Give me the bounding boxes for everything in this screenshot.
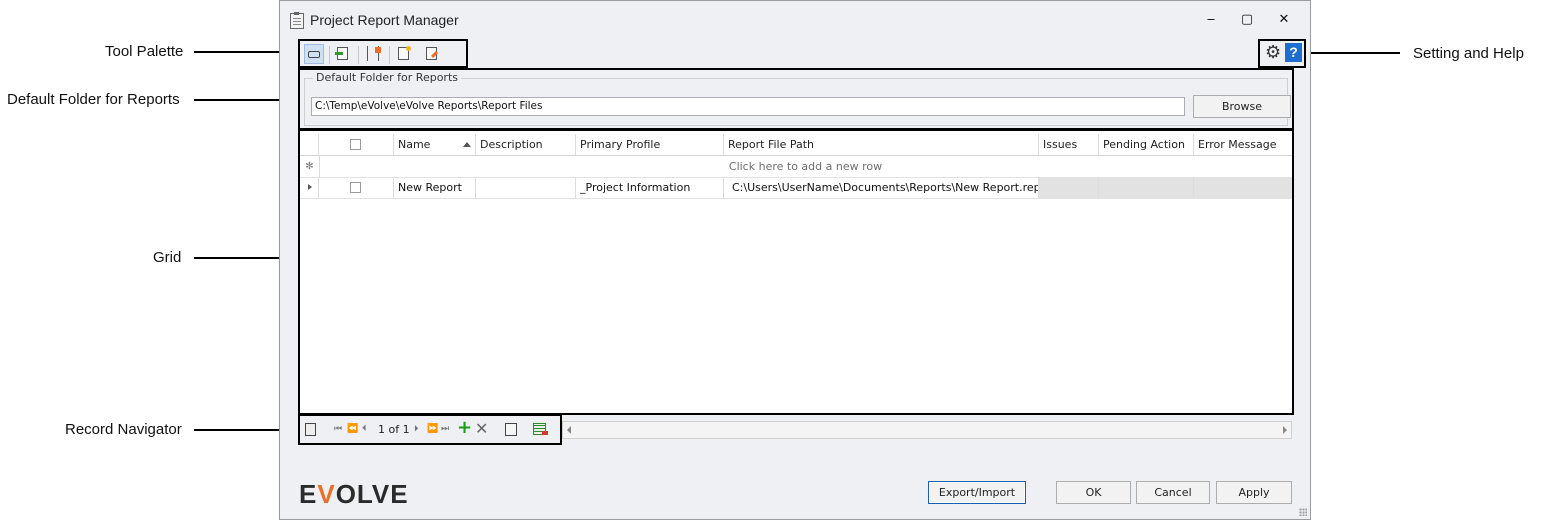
print-button[interactable] bbox=[304, 44, 324, 64]
help-icon[interactable]: ? bbox=[1285, 43, 1302, 62]
default-folder-legend: Default Folder for Reports bbox=[313, 71, 461, 84]
new-report-button[interactable] bbox=[394, 44, 414, 64]
select-all-checkbox[interactable] bbox=[350, 139, 361, 150]
next-record-button[interactable]: ⏵ bbox=[414, 422, 419, 436]
record-count: 1 of 1 bbox=[378, 423, 410, 436]
row-select-cell[interactable] bbox=[319, 177, 394, 198]
header-indicator bbox=[300, 134, 319, 155]
default-folder-section: Default Folder for Reports C:\Temp\eVolv… bbox=[298, 68, 1294, 130]
badge-icon bbox=[375, 47, 381, 53]
cell-primary-profile[interactable]: _Project Information bbox=[576, 177, 724, 198]
leader-tool-palette bbox=[194, 51, 280, 53]
header-name[interactable]: Name bbox=[394, 134, 476, 155]
cell-error-message bbox=[1194, 177, 1292, 198]
callout-record-navigator: Record Navigator bbox=[65, 421, 182, 438]
ok-button[interactable]: OK bbox=[1056, 481, 1131, 504]
arrow-icon bbox=[335, 52, 343, 55]
cancel-button[interactable]: Cancel bbox=[1136, 481, 1210, 504]
default-folder-group: Default Folder for Reports C:\Temp\eVolv… bbox=[304, 71, 1291, 126]
calculator-icon[interactable] bbox=[305, 423, 316, 436]
last-record-button[interactable]: ⏭ bbox=[441, 422, 449, 436]
delete-record-button[interactable]: ✕ bbox=[475, 419, 488, 439]
report-manager-window: Project Report Manager ‒ ▢ ✕ ⚙ ? Default… bbox=[279, 0, 1311, 520]
export-import-button[interactable]: Export/Import bbox=[928, 481, 1026, 504]
evolve-logo: EVOLVE bbox=[299, 479, 409, 510]
header-description[interactable]: Description bbox=[476, 134, 576, 155]
export-button[interactable] bbox=[333, 44, 353, 64]
header-select-all[interactable] bbox=[319, 134, 394, 155]
previous-record-button[interactable]: ⏴ bbox=[362, 422, 367, 436]
new-row-prompt[interactable]: Click here to add a new row bbox=[319, 156, 1292, 177]
gear-icon[interactable]: ⚙ bbox=[1265, 42, 1281, 63]
scroll-right-icon[interactable] bbox=[1283, 426, 1287, 434]
apply-button[interactable]: Apply bbox=[1216, 481, 1292, 504]
toolbar-separator bbox=[329, 46, 330, 64]
previous-page-button[interactable]: ⏪ bbox=[347, 422, 358, 436]
cell-description[interactable] bbox=[476, 177, 576, 198]
tool-palette bbox=[298, 39, 468, 68]
table-row[interactable]: New Report _Project Information C:\Users… bbox=[300, 177, 1292, 199]
close-button[interactable]: ✕ bbox=[1271, 9, 1297, 31]
header-issues[interactable]: Issues bbox=[1039, 134, 1099, 155]
first-record-button[interactable]: ⏮ bbox=[334, 422, 342, 436]
cell-issues bbox=[1039, 177, 1099, 198]
header-report-file-path[interactable]: Report File Path bbox=[724, 134, 1039, 155]
callout-tool-palette: Tool Palette bbox=[105, 43, 184, 60]
grid-header: Name Description Primary Profile Report … bbox=[300, 134, 1292, 156]
new-row[interactable]: ✻ Click here to add a new row bbox=[300, 156, 1292, 178]
next-page-button[interactable]: ⏩ bbox=[427, 422, 438, 436]
toolbar-separator bbox=[389, 46, 390, 64]
logo-text-v: V bbox=[317, 479, 336, 509]
settings-help-panel: ⚙ ? bbox=[1258, 39, 1306, 68]
logo-text-2: OLVE bbox=[335, 479, 409, 509]
star-icon bbox=[406, 46, 411, 51]
cell-name[interactable]: New Report bbox=[394, 177, 476, 198]
new-row-marker: ✻ bbox=[300, 156, 320, 177]
clipboard-icon bbox=[290, 12, 304, 29]
record-navigator: ⏮ ⏪ ⏴ 1 of 1 ⏵ ⏩ ⏭ + ✕ bbox=[298, 414, 562, 445]
header-error-message[interactable]: Error Message bbox=[1194, 134, 1292, 155]
title-bar[interactable]: Project Report Manager ‒ ▢ ✕ bbox=[280, 1, 1310, 39]
header-name-label: Name bbox=[398, 138, 431, 151]
cell-report-file-path[interactable]: C:\Users\UserName\Documents\Reports\New … bbox=[724, 177, 1039, 198]
print-icon bbox=[308, 51, 320, 58]
maximize-button[interactable]: ▢ bbox=[1234, 9, 1260, 31]
header-pending-action[interactable]: Pending Action bbox=[1099, 134, 1194, 155]
minimize-button[interactable]: ‒ bbox=[1198, 9, 1224, 31]
configure-button[interactable] bbox=[363, 44, 383, 64]
row-indicator-icon bbox=[300, 177, 319, 198]
window-title: Project Report Manager bbox=[310, 12, 459, 28]
default-folder-input[interactable]: C:\Temp\eVolve\eVolve Reports\Report Fil… bbox=[311, 97, 1185, 116]
sort-ascending-icon bbox=[463, 142, 471, 147]
scroll-left-icon[interactable] bbox=[567, 426, 571, 434]
callout-grid: Grid bbox=[153, 249, 182, 266]
header-primary-profile[interactable]: Primary Profile bbox=[576, 134, 724, 155]
leader-setting-help bbox=[1305, 52, 1400, 54]
logo-text-1: E bbox=[299, 479, 318, 509]
resize-grip-icon[interactable] bbox=[1299, 508, 1307, 516]
callout-default-folder: Default Folder for Reports bbox=[7, 91, 180, 108]
cell-pending-action bbox=[1099, 177, 1194, 198]
export-arrow-icon bbox=[542, 431, 548, 435]
browse-button[interactable]: Browse bbox=[1193, 95, 1291, 118]
row-checkbox[interactable] bbox=[350, 182, 361, 193]
toolbar-separator bbox=[358, 46, 359, 64]
copy-icon[interactable] bbox=[505, 423, 517, 436]
reports-grid: Name Description Primary Profile Report … bbox=[298, 129, 1294, 415]
add-record-button[interactable]: + bbox=[457, 418, 472, 438]
edit-report-button[interactable] bbox=[422, 44, 442, 64]
horizontal-scrollbar[interactable] bbox=[562, 421, 1292, 439]
callout-setting-help: Setting and Help bbox=[1413, 45, 1524, 62]
